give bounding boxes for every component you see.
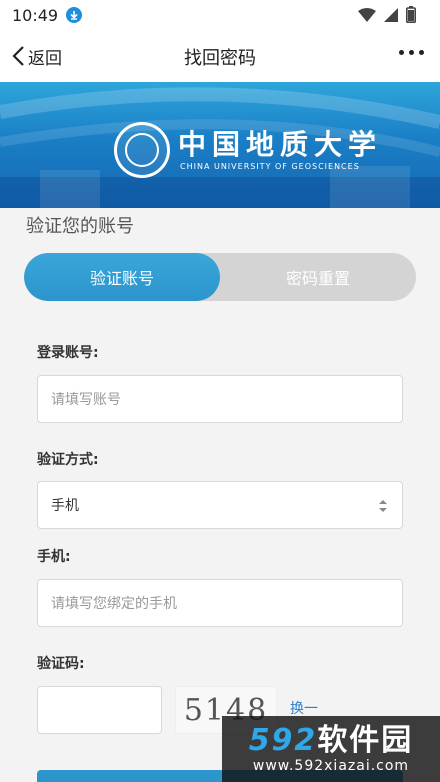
captcha-label: 验证码:: [37, 656, 85, 672]
account-label: 登录账号:: [37, 345, 99, 361]
form-container: 验证您的账号 验证账号 密码重置 登录账号: 请填写账号 验证方式: 手机 手机…: [0, 208, 440, 782]
captcha-input[interactable]: [37, 686, 162, 734]
page-title: 找回密码: [184, 48, 256, 69]
university-emblem-icon: [114, 122, 170, 178]
watermark-number: 592: [248, 723, 318, 758]
method-select-value: 手机: [51, 498, 79, 514]
method-select[interactable]: 手机: [37, 481, 403, 529]
watermark-url: www.592xiazai.com: [252, 758, 410, 774]
app-header: 返回 找回密码: [0, 30, 440, 82]
watermark-text: 软件园: [317, 723, 414, 758]
battery-icon: [406, 6, 416, 23]
step-tabs: 验证账号 密码重置: [24, 253, 416, 301]
account-input[interactable]: 请填写账号: [37, 375, 403, 423]
phone-input[interactable]: 请填写您绑定的手机: [37, 579, 403, 627]
refresh-captcha-link[interactable]: 换一: [290, 698, 318, 718]
tab-reset-password[interactable]: 密码重置: [220, 253, 416, 301]
watermark: 592软件园 www.592xiazai.com: [222, 716, 440, 782]
phone-label: 手机:: [37, 549, 71, 565]
signal-icon: [384, 7, 398, 22]
more-dots-icon[interactable]: [399, 50, 424, 55]
download-icon: [66, 7, 83, 23]
tab-verify-account[interactable]: 验证账号: [24, 253, 220, 301]
section-title: 验证您的账号: [26, 216, 134, 237]
method-label: 验证方式:: [37, 452, 99, 468]
logo-text-cn: 中国地质大学: [178, 127, 383, 161]
status-time: 10:49: [12, 5, 59, 25]
logo-text-en: CHINA UNIVERSITY OF GEOSCIENCES: [180, 161, 360, 171]
wifi-icon: [358, 7, 376, 22]
status-bar: 10:49: [0, 0, 440, 30]
university-banner: 中国地质大学 CHINA UNIVERSITY OF GEOSCIENCES: [0, 82, 440, 208]
sort-arrows-icon: [379, 500, 387, 512]
